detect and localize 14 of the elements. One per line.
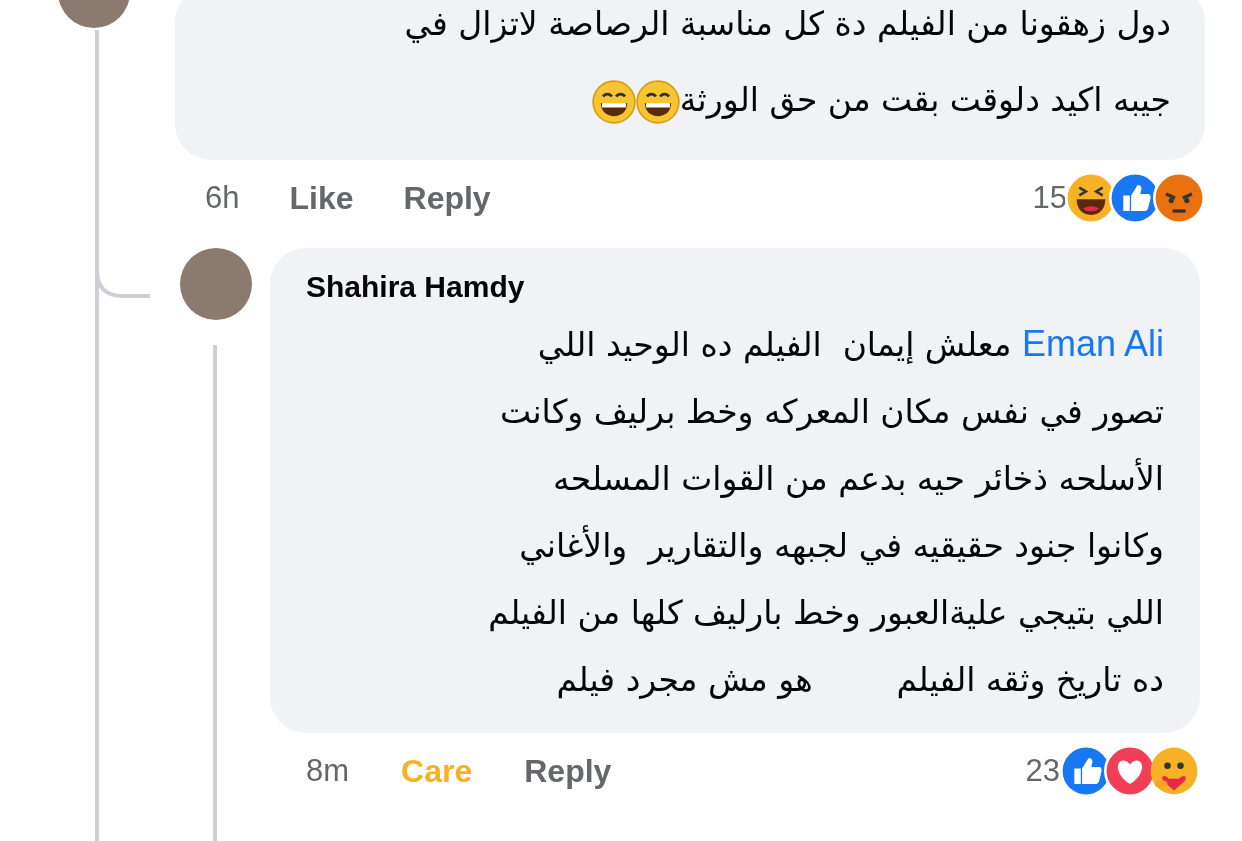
- reply-button[interactable]: Reply: [403, 179, 491, 217]
- reaction-count: 15: [1032, 180, 1067, 216]
- comment-text: دول زهقونا من الفيلم دة كل مناسبة الرصاصة لاتزال في جيبه اكيد دلوقت بقت من حق الورثة: [209, 0, 1171, 138]
- angry-face-icon: [1153, 172, 1205, 224]
- comment-time: 8m: [306, 753, 350, 789]
- reaction-count: 23: [1025, 753, 1060, 789]
- reply-button[interactable]: Reply: [524, 752, 612, 790]
- author-name[interactable]: Shahira Hamdy: [306, 270, 1164, 304]
- comment-time: 6h: [205, 180, 240, 216]
- grinning-face-icon: [591, 79, 636, 124]
- reaction-button[interactable]: Like: [289, 179, 354, 217]
- grinning-face-icon: [635, 79, 680, 124]
- mention-link[interactable]: Eman Ali: [1021, 323, 1164, 364]
- hugging-face-icon: [1148, 745, 1200, 797]
